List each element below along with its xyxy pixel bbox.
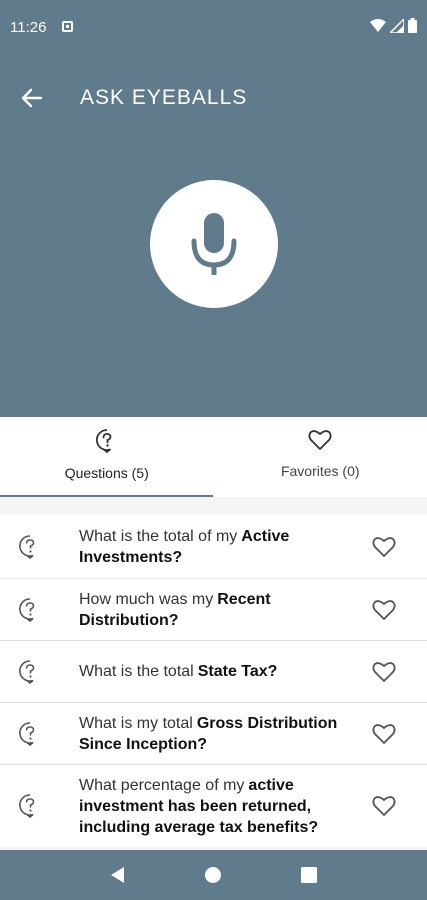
active-tab-indicator xyxy=(0,495,213,497)
question-row[interactable]: What is my total Gross Distribution Since… xyxy=(0,703,427,765)
question-row[interactable]: How much was my Recent Distribution? xyxy=(0,579,427,641)
system-nav-bar xyxy=(0,850,427,900)
question-row[interactable]: What percentage of my active investment h… xyxy=(0,765,427,847)
circle-home-icon xyxy=(205,867,222,883)
question-bubble-icon xyxy=(19,597,35,622)
tab-questions[interactable]: Questions (5) xyxy=(0,417,214,497)
question-bubble-icon xyxy=(19,534,35,559)
question-bubble-icon xyxy=(19,659,35,684)
question-row[interactable]: What is the total of my Active Investment… xyxy=(0,515,427,579)
app-bar: ASK EYEBALLS xyxy=(0,56,427,140)
tab-favorites[interactable]: Favorites (0) xyxy=(214,417,427,497)
wifi-icon xyxy=(370,18,386,32)
questions-list: What is the total of my Active Investment… xyxy=(0,515,427,847)
tab-questions-label: Questions (5) xyxy=(64,465,149,481)
back-button[interactable] xyxy=(18,84,46,112)
question-text-plain: What percentage of my xyxy=(79,776,245,794)
question-bubble-icon xyxy=(19,794,35,818)
page-title: ASK EYEBALLS xyxy=(80,86,248,109)
favorite-button[interactable] xyxy=(371,721,397,747)
favorite-button[interactable] xyxy=(371,793,397,819)
question-text: What is the total of my Active Investment… xyxy=(79,526,349,568)
question-text: What is my total Gross Distribution Since… xyxy=(79,713,349,755)
question-text: What is the total State Tax? xyxy=(79,661,349,682)
heart-icon xyxy=(372,796,396,817)
question-text: What percentage of my active investment h… xyxy=(79,775,349,838)
signal-icon xyxy=(390,18,404,33)
question-text-plain: How much was my xyxy=(79,590,214,608)
tab-favorites-label: Favorites (0) xyxy=(280,463,360,479)
heart-icon xyxy=(372,599,396,620)
microphone-icon xyxy=(191,213,237,275)
nav-back-button[interactable] xyxy=(106,863,130,887)
triangle-back-icon xyxy=(110,867,124,883)
question-row[interactable]: What is the total State Tax? xyxy=(0,641,427,703)
status-time: 11:26 xyxy=(10,19,47,36)
favorite-button[interactable] xyxy=(371,534,397,560)
notification-icon xyxy=(62,21,73,32)
heart-icon xyxy=(372,723,396,744)
tab-bar: Questions (5) Favorites (0) xyxy=(0,417,427,497)
mic-button[interactable] xyxy=(150,180,278,308)
favorite-button[interactable] xyxy=(371,597,397,623)
favorite-button[interactable] xyxy=(371,659,397,685)
status-icons xyxy=(370,18,417,33)
nav-recents-button[interactable] xyxy=(297,863,321,887)
question-text-plain: What is my total xyxy=(79,714,193,732)
question-text-plain: What is the total xyxy=(79,663,194,680)
status-bar: 11:26 xyxy=(0,0,427,56)
heart-icon xyxy=(372,536,396,557)
question-text: How much was my Recent Distribution? xyxy=(79,589,349,631)
nav-home-button[interactable] xyxy=(201,863,225,887)
voice-panel xyxy=(0,140,427,417)
question-text-bold: State Tax? xyxy=(197,663,278,680)
question-bubble-icon xyxy=(95,429,112,453)
heart-icon xyxy=(308,430,332,450)
question-text-plain: What is the total of my xyxy=(79,527,238,545)
battery-icon xyxy=(408,18,417,33)
question-bubble-icon xyxy=(19,721,35,746)
square-recents-icon xyxy=(301,867,318,883)
back-arrow-icon xyxy=(21,88,43,108)
heart-icon xyxy=(372,661,396,682)
